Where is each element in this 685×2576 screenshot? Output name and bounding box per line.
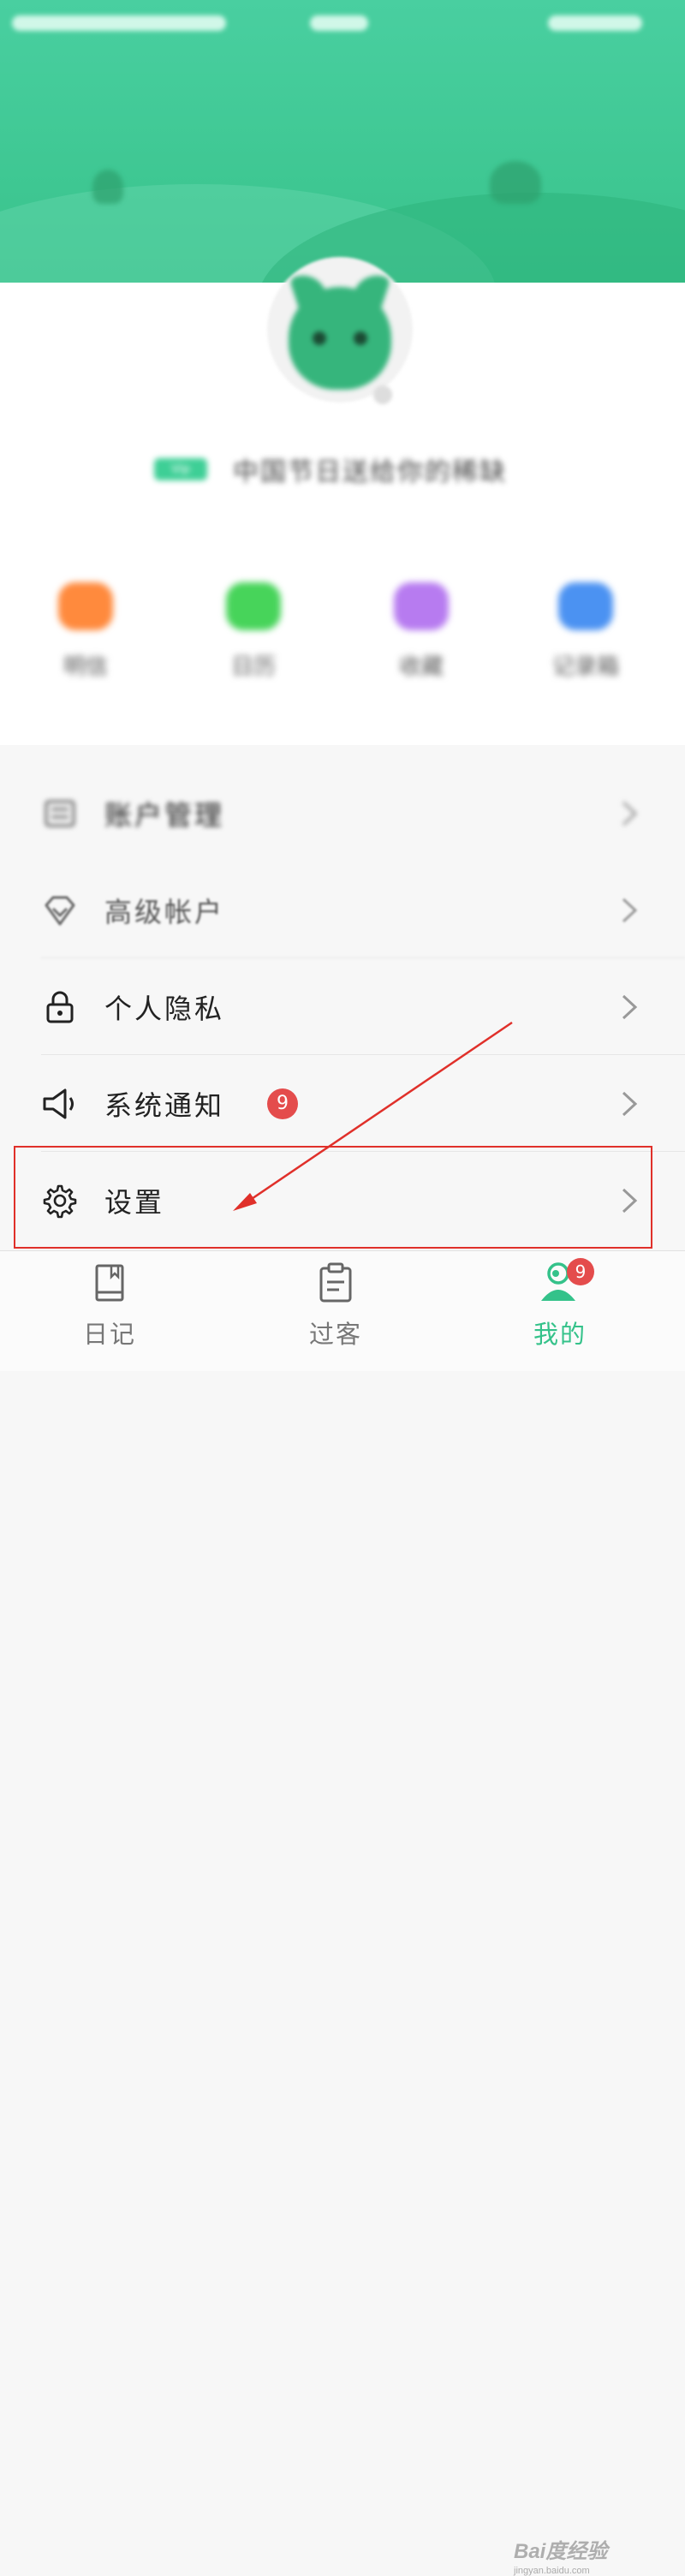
chevron-right-icon (622, 994, 638, 1019)
username-row[interactable]: Vip 中国节日送给你的稀缺 (154, 452, 507, 487)
chevron-right-icon (622, 1091, 638, 1116)
username: 中国节日送给你的稀缺 (233, 457, 507, 487)
quick-action-2[interactable]: 收藏 (370, 582, 473, 681)
green-shortcut-icon (226, 582, 281, 630)
chevron-right-icon (622, 1188, 638, 1213)
status-bar (0, 0, 685, 48)
clipboard-icon (276, 1258, 396, 1303)
tab-visitors[interactable]: 过客 (276, 1258, 396, 1351)
quick-action-label: 明信 (63, 654, 108, 680)
tab-label: 日记 (82, 1320, 136, 1349)
quick-action-label: 记录箱 (551, 654, 619, 680)
chevron-right-icon (622, 897, 638, 922)
avatar-edit-badge[interactable] (373, 385, 392, 404)
lock-icon (41, 988, 79, 1026)
purple-shortcut-icon (394, 582, 449, 630)
menu-item-label: 系统通知 (104, 1088, 225, 1122)
menu-item-label: 高级帐户 (104, 895, 225, 928)
quick-action-label: 日历 (230, 654, 276, 680)
quick-action-label: 收藏 (398, 654, 444, 680)
menu-item-premium[interactable]: 高级帐户 (0, 862, 685, 958)
banner-tree-right (490, 161, 541, 204)
quick-actions: 明信 日历 收藏 记录箱 (0, 582, 685, 702)
menu-item-label: 个人隐私 (104, 992, 225, 1025)
tab-diary[interactable]: 日记 (50, 1258, 170, 1351)
watermark-text: Bai度经验 (514, 2540, 608, 2563)
speaker-icon (41, 1085, 79, 1123)
blue-shortcut-icon (558, 582, 613, 630)
menu-item-label: 账户管理 (104, 798, 225, 832)
chevron-right-icon (622, 801, 638, 826)
menu-item-notifications[interactable]: 系统通知 9 (0, 1055, 685, 1152)
tab-mine[interactable]: 9 我的 (500, 1258, 620, 1351)
diamond-icon (41, 891, 79, 929)
gear-icon (41, 1182, 79, 1219)
vip-tag: Vip (154, 458, 207, 480)
orange-shortcut-icon (58, 582, 113, 630)
quick-action-1[interactable]: 日历 (202, 582, 305, 681)
quick-action-3[interactable]: 记录箱 (534, 582, 637, 681)
watermark: Bai度经验 jingyan.baidu.com (514, 2534, 607, 2576)
watermark-sub: jingyan.baidu.com (514, 2566, 590, 2576)
notification-count-badge: 9 (267, 1088, 298, 1119)
banner-tree-left (92, 170, 123, 204)
menu-item-label: 设置 (104, 1185, 165, 1219)
tab-count-badge: 9 (567, 1258, 594, 1285)
quick-action-0[interactable]: 明信 (34, 582, 137, 681)
menu-item-account[interactable]: 账户管理 (0, 765, 685, 862)
avatar[interactable] (289, 287, 391, 390)
profile-icon (500, 1258, 620, 1303)
tab-label: 我的 (533, 1320, 587, 1349)
menu-item-privacy[interactable]: 个人隐私 (0, 958, 685, 1055)
id-card-icon (41, 795, 79, 832)
tab-label: 过客 (308, 1320, 362, 1349)
diary-icon (50, 1258, 170, 1303)
bottom-tab-bar: 日记 过客 9 我的 Bai度经验 jingyan.baidu.com (0, 1250, 685, 2576)
settings-menu: 账户管理 高级帐户 个人隐私 系统通知 9 设置 (0, 765, 685, 1249)
menu-item-settings[interactable]: 设置 (0, 1152, 685, 1249)
